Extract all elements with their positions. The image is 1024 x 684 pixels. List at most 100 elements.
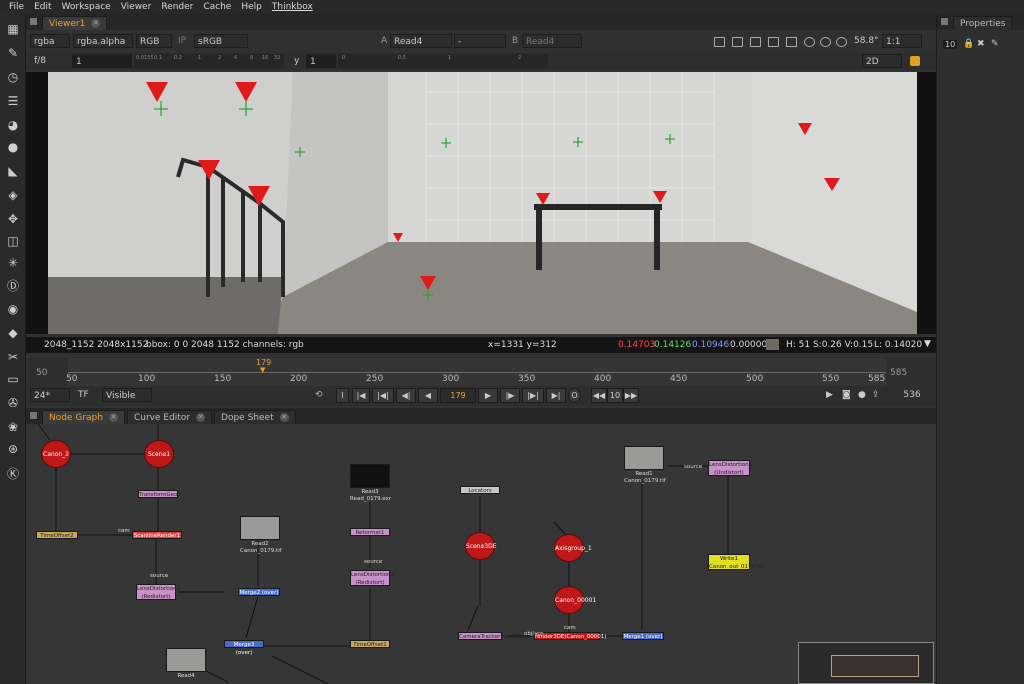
fps-dropdown[interactable]: 24*: [30, 388, 70, 402]
close-icon[interactable]: ✕: [196, 413, 206, 422]
node-read1-thumb[interactable]: [624, 446, 664, 470]
frame-field[interactable]: 179: [440, 388, 476, 403]
stop-icon[interactable]: ●: [858, 390, 866, 400]
tab-properties[interactable]: Properties: [953, 16, 1013, 30]
skip-forward-button[interactable]: ▶▶: [623, 388, 639, 403]
skip-back-button[interactable]: ◀◀: [591, 388, 607, 403]
lut-dropdown[interactable]: sRGB: [194, 34, 248, 48]
color-icon[interactable]: ◕: [4, 116, 22, 134]
node-read2[interactable]: Read2: [240, 541, 280, 547]
step-back-button[interactable]: |◀|: [372, 388, 394, 403]
refresh-icon[interactable]: [804, 37, 815, 47]
gamma-input[interactable]: 1: [306, 54, 336, 68]
pane-menu-icon-2[interactable]: [29, 411, 38, 420]
menu-viewer[interactable]: Viewer: [116, 0, 157, 14]
keyer-icon[interactable]: ◣: [4, 162, 22, 180]
prev-frame-button[interactable]: ◀|: [396, 388, 416, 403]
draw-icon[interactable]: ✎: [4, 44, 22, 62]
node-canon00001[interactable]: Canon_00001: [554, 586, 596, 614]
range-dropdown[interactable]: Visible: [102, 388, 152, 402]
colorspace-dropdown[interactable]: RGB: [136, 34, 172, 48]
pane-menu-icon[interactable]: [29, 17, 38, 26]
timeline-start[interactable]: 50: [36, 368, 47, 378]
lock-icon[interactable]: 🔒: [963, 39, 974, 49]
navigator-minimap[interactable]: [798, 642, 934, 684]
plugin-icon[interactable]: ❀: [4, 418, 22, 436]
node-timeoffset1[interactable]: TimeOffset1: [350, 640, 390, 648]
channel-icon[interactable]: ☰: [4, 92, 22, 110]
pen-icon[interactable]: ✎: [991, 39, 999, 49]
max-panels-field[interactable]: 10: [943, 40, 958, 49]
key-prev-button[interactable]: |◀: [352, 388, 370, 403]
node-merge3[interactable]: Merge3 (over): [224, 640, 264, 656]
wand-icon[interactable]: [910, 56, 920, 66]
capture-icon[interactable]: [836, 37, 847, 47]
menu-thinkbox[interactable]: Thinkbox: [267, 0, 318, 14]
tab-curve-editor[interactable]: Curve Editor ✕: [126, 410, 213, 424]
pane-menu-icon-3[interactable]: [940, 17, 949, 26]
node-scene1[interactable]: Scene1: [144, 440, 174, 468]
alpha-dropdown[interactable]: rgba.alpha: [73, 34, 133, 48]
fstop-value[interactable]: f/8: [34, 54, 46, 68]
a-input-dropdown[interactable]: Read4: [390, 34, 452, 48]
node-write1[interactable]: Write1 Canon_out_0179.tif: [708, 554, 762, 570]
flipbook-icon[interactable]: ▶: [826, 390, 833, 400]
menu-file[interactable]: File: [4, 0, 29, 14]
first-frame-button[interactable]: I: [336, 388, 349, 403]
last-frame-button[interactable]: O: [568, 388, 581, 403]
lines-icon[interactable]: [786, 37, 797, 47]
timeline-end[interactable]: 585: [890, 368, 907, 378]
node-read3-thumb[interactable]: [350, 464, 390, 488]
node-transformgeo[interactable]: TransformGeo1: [138, 490, 181, 498]
menu-help[interactable]: Help: [236, 0, 267, 14]
tab-node-graph[interactable]: Node Graph ✕: [42, 410, 125, 424]
close-icon[interactable]: ✕: [91, 19, 101, 28]
node-merge1[interactable]: Merge1 (over): [622, 632, 664, 640]
pause-icon[interactable]: [820, 37, 831, 47]
gamma-slider[interactable]: 0 0.5 1 2: [338, 54, 548, 68]
node-lensdistortion1[interactable]: LensDistortion1 (Undistort): [708, 460, 752, 476]
furnace-icon[interactable]: ✇: [4, 394, 22, 412]
proxy-dropdown[interactable]: 1:1: [882, 34, 922, 48]
node-cameratracker[interactable]: CameraTrackerPointCloud: [458, 632, 530, 640]
node-timeoffset2[interactable]: TimeOffset2: [36, 531, 78, 539]
node-locators[interactable]: Locators: [460, 486, 500, 494]
zoom-value[interactable]: 58.8°: [854, 34, 879, 48]
tab-dope-sheet[interactable]: Dope Sheet ✕: [214, 410, 296, 424]
transform-icon[interactable]: ✥: [4, 210, 22, 228]
gain-slider[interactable]: 0.0155 0.1 0.2 1 2 4 8 16 32: [134, 54, 284, 68]
b-input-dropdown[interactable]: Read4: [522, 34, 582, 48]
node-axisgroup[interactable]: Axisgroup_1: [554, 534, 592, 562]
k-icon[interactable]: Ⓚ: [4, 464, 22, 482]
node-read4-thumb[interactable]: [166, 648, 206, 672]
play-back-button[interactable]: ◀: [418, 388, 438, 403]
loop-icon[interactable]: ⟲: [315, 390, 323, 400]
node-lensdistortion2[interactable]: LensDistortion2 (Redistort): [136, 584, 180, 600]
record-icon[interactable]: ◙: [842, 390, 851, 400]
menu-workspace[interactable]: Workspace: [57, 0, 116, 14]
node-graph-canvas[interactable]: Canon_2 Scene1 TransformGeo1 TimeOffset2…: [28, 424, 936, 684]
node-read1[interactable]: Read1: [624, 471, 664, 477]
menu-cache[interactable]: Cache: [198, 0, 236, 14]
close-icon[interactable]: ✕: [279, 413, 289, 422]
time-icon[interactable]: ◷: [4, 68, 22, 86]
tab-viewer1[interactable]: Viewer1 ✕: [42, 16, 108, 30]
step-forward-button[interactable]: |▶|: [522, 388, 544, 403]
roi-icon[interactable]: [714, 37, 725, 47]
key-next-button[interactable]: ▶|: [546, 388, 566, 403]
tf-dropdown[interactable]: TF: [78, 388, 89, 402]
node-canon2[interactable]: Canon_2: [41, 440, 71, 468]
gain-input[interactable]: 1: [72, 54, 132, 68]
menu-edit[interactable]: Edit: [29, 0, 56, 14]
render-icon[interactable]: ⇪: [872, 390, 880, 400]
info-menu-icon[interactable]: ▼: [924, 339, 931, 349]
viewer-image[interactable]: [48, 72, 917, 334]
node-merge2[interactable]: Merge2 (over): [238, 588, 280, 596]
keylight-icon[interactable]: ⊛: [4, 440, 22, 458]
node-lensdistortion3[interactable]: LensDistortion3 (Redistort): [350, 570, 394, 586]
views-icon[interactable]: ◉: [4, 300, 22, 318]
node-reformat[interactable]: Reformat1: [350, 528, 390, 536]
close-icon[interactable]: ✕: [108, 413, 118, 422]
metadata-icon[interactable]: ◆: [4, 324, 22, 342]
filter-icon[interactable]: ●: [4, 138, 22, 156]
